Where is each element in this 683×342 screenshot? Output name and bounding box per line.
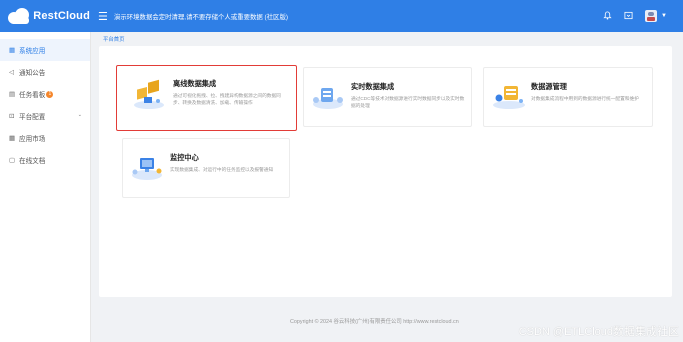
- sidebar-item-label: 系统应用: [19, 48, 46, 55]
- sidebar-item-label: 应用市场: [19, 136, 46, 143]
- document-icon: ▢: [9, 157, 16, 164]
- card-title: 监控中心: [170, 153, 199, 162]
- card-title: 离线数据集成: [173, 79, 217, 88]
- card-description: 通过CDC等技术对数据源进行实时数据同步以及实时数据的处理: [351, 96, 465, 108]
- megaphone-icon: ◁: [9, 69, 14, 76]
- card-description: 实现数据集成、对运行中的任务监控以及报警通知: [170, 167, 274, 172]
- sidebar-item-task-board[interactable]: ▤ 任务看板 1: [0, 83, 90, 105]
- chevron-down-icon: ⌄: [77, 112, 82, 118]
- realtime-integration-illustration: [313, 88, 343, 109]
- cloud-logo-icon: [8, 8, 30, 24]
- logo-text: RestCloud: [33, 10, 90, 22]
- monitoring-center-illustration: [132, 158, 162, 180]
- sidebar-item-label: 任务看板: [19, 92, 46, 99]
- menu-toggle-icon[interactable]: ☰: [98, 10, 108, 23]
- sidebar-item-online-docs[interactable]: ▢ 在线文档: [0, 149, 90, 171]
- sidebar-item-notices[interactable]: ◁ 通知公告: [0, 61, 90, 83]
- footer-copyright: Copyright © 2024 谷云科技(广州)有限责任公司 http://w…: [290, 319, 459, 325]
- sidebar-item-app-market[interactable]: ▦ 应用市场: [0, 127, 90, 149]
- watermark: CSDN @ETLCloud数据集成社区: [518, 326, 679, 338]
- card-monitoring-center[interactable]: 监控中心 实现数据集成、对运行中的任务监控以及报警通知: [122, 138, 290, 198]
- card-offline-integration[interactable]: 离线数据集成 通过可视化拖拽、拉、拽建异构数据源之间的数据同步、转换及数据清洗、…: [116, 65, 297, 131]
- header-actions: ▼: [603, 0, 667, 32]
- card-description: 通过可视化拖拽、拉、拽建异构数据源之间的数据同步、转换及数据清洗、加载、传输操作: [173, 93, 281, 105]
- caret-down-icon[interactable]: ▼: [661, 13, 667, 19]
- sidebar-item-label: 在线文档: [19, 158, 46, 165]
- sidebar-item-label: 通知公告: [19, 70, 46, 77]
- task-count-badge: 1: [46, 90, 54, 98]
- offline-integration-illustration: [134, 79, 164, 109]
- fullscreen-icon[interactable]: [624, 11, 633, 22]
- sidebar: ▦ 系统应用 ◁ 通知公告 ▤ 任务看板 1 ⊡ 平台配置 ⌄ ▦ 应用市场 ▢…: [0, 32, 91, 342]
- avatar[interactable]: [645, 10, 658, 22]
- store-icon: ▦: [9, 135, 16, 142]
- grid-icon: ▦: [9, 47, 16, 54]
- sidebar-item-system-apps[interactable]: ▦ 系统应用: [0, 39, 90, 61]
- sidebar-item-platform-config[interactable]: ⊡ 平台配置 ⌄: [0, 105, 90, 127]
- breadcrumb[interactable]: 平台首页: [103, 35, 125, 43]
- card-description: 对数据集成流程中用到的数据源进行统一配置和维护: [531, 96, 639, 101]
- sidebar-item-label: 平台配置: [19, 114, 46, 121]
- card-title: 数据源管理: [531, 82, 567, 91]
- card-title: 实时数据集成: [351, 82, 395, 91]
- card-datasource-management[interactable]: 数据源管理 对数据集成流程中用到的数据源进行统一配置和维护: [483, 67, 653, 127]
- list-icon: ▤: [9, 91, 16, 98]
- bell-icon[interactable]: [603, 10, 612, 22]
- logo[interactable]: RestCloud: [0, 8, 90, 24]
- demo-notice: 演示环境数据会定时清理,请不要存储个人或重要数据 (社区版): [114, 13, 288, 21]
- top-bar: RestCloud ☰ 演示环境数据会定时清理,请不要存储个人或重要数据 (社区…: [0, 0, 683, 32]
- card-realtime-integration[interactable]: 实时数据集成 通过CDC等技术对数据源进行实时数据同步以及实时数据的处理: [303, 67, 472, 127]
- settings-icon: ⊡: [9, 113, 15, 120]
- datasource-management-illustration: [493, 86, 525, 109]
